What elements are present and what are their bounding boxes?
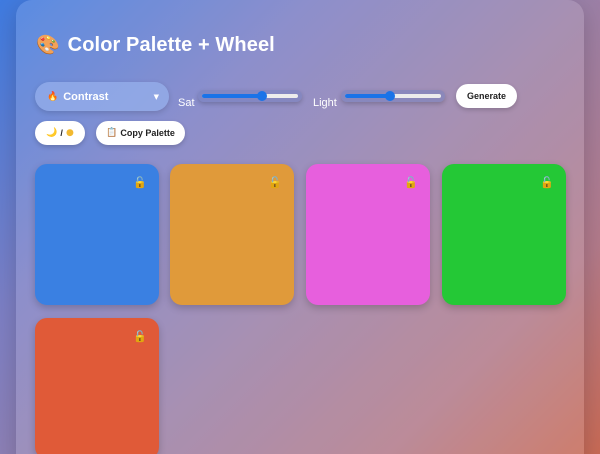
mode-select-value: Contrast [63,90,109,103]
generate-button-label: Generate [466,91,507,101]
color-swatch[interactable]: 🔓 [35,318,159,454]
clipboard-icon: 📋 [106,128,118,138]
copy-palette-button[interactable]: 📋 Copy Palette [96,121,185,145]
sun-icon: ● [65,128,74,138]
theme-toggle-separator: / [60,128,63,138]
generate-button[interactable]: Generate [456,84,517,108]
header: 🎨 Color Palette + Wheel [36,34,275,57]
copy-palette-label: Copy Palette [120,128,175,138]
theme-toggle-button[interactable]: 🌙 / ● [35,121,85,145]
unlocked-icon[interactable]: 🔓 [268,176,282,189]
unlocked-icon[interactable]: 🔓 [133,330,147,343]
sat-label: Sat [178,97,195,109]
chevron-down-icon: ▼ [153,92,159,101]
light-slider-fill [345,94,391,98]
sat-slider-fill [202,94,262,98]
fire-icon: 🔥 [47,91,59,102]
color-swatch[interactable]: 🔓 [170,164,294,305]
sat-slider[interactable] [198,90,302,102]
mode-select[interactable]: 🔥 Contrast ▼ [35,82,169,111]
sat-slider-thumb[interactable] [256,91,267,101]
light-slider[interactable] [341,90,445,102]
unlocked-icon[interactable]: 🔓 [404,176,418,189]
unlocked-icon[interactable]: 🔓 [133,176,147,189]
light-slider-thumb[interactable] [385,91,396,101]
color-swatch[interactable]: 🔓 [35,164,159,305]
color-swatch[interactable]: 🔓 [306,164,430,305]
light-label: Light [313,97,337,109]
page-title: Color Palette + Wheel [67,34,275,56]
moon-icon: 🌙 [46,128,58,138]
unlocked-icon[interactable]: 🔓 [540,176,554,189]
color-swatch[interactable]: 🔓 [442,164,566,305]
palette-icon: 🎨 [36,34,60,56]
